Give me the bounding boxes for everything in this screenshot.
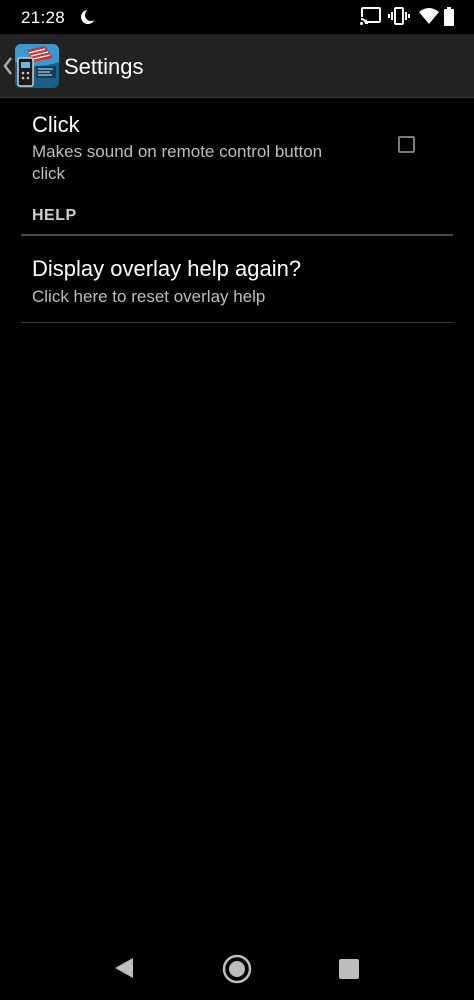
action-bar: Settings [0, 34, 474, 98]
up-navigation-chevron-icon[interactable] [3, 56, 13, 81]
overlay-help-summary: Click here to reset overlay help [32, 287, 266, 306]
click-preference-summary: Makes sound on remote control button cli… [32, 141, 362, 185]
overlay-help-preference[interactable]: Display overlay help again? Click here t… [0, 237, 474, 321]
help-category-header: HELP [32, 207, 77, 224]
click-summary-line-1: Makes sound on remote control button [32, 142, 323, 161]
list-divider [21, 322, 453, 323]
nav-home-icon[interactable] [222, 954, 252, 989]
status-bar: 21:28 [0, 0, 474, 34]
do-not-disturb-moon-icon [80, 9, 97, 30]
click-preference-title: Click [32, 112, 80, 137]
status-time: 21:28 [21, 8, 66, 27]
nav-back-icon[interactable] [114, 957, 134, 984]
click-sound-preference[interactable]: Click Makes sound on remote control butt… [0, 98, 474, 208]
app-logo-icon[interactable] [15, 44, 59, 88]
overlay-help-title: Display overlay help again? [32, 256, 302, 281]
system-navigation-bar [0, 940, 474, 1000]
category-divider [21, 234, 453, 236]
click-summary-line-2: click [32, 164, 66, 183]
nav-recents-icon[interactable] [339, 959, 359, 984]
click-sound-checkbox[interactable] [398, 136, 415, 153]
screen-title: Settings [64, 54, 144, 79]
